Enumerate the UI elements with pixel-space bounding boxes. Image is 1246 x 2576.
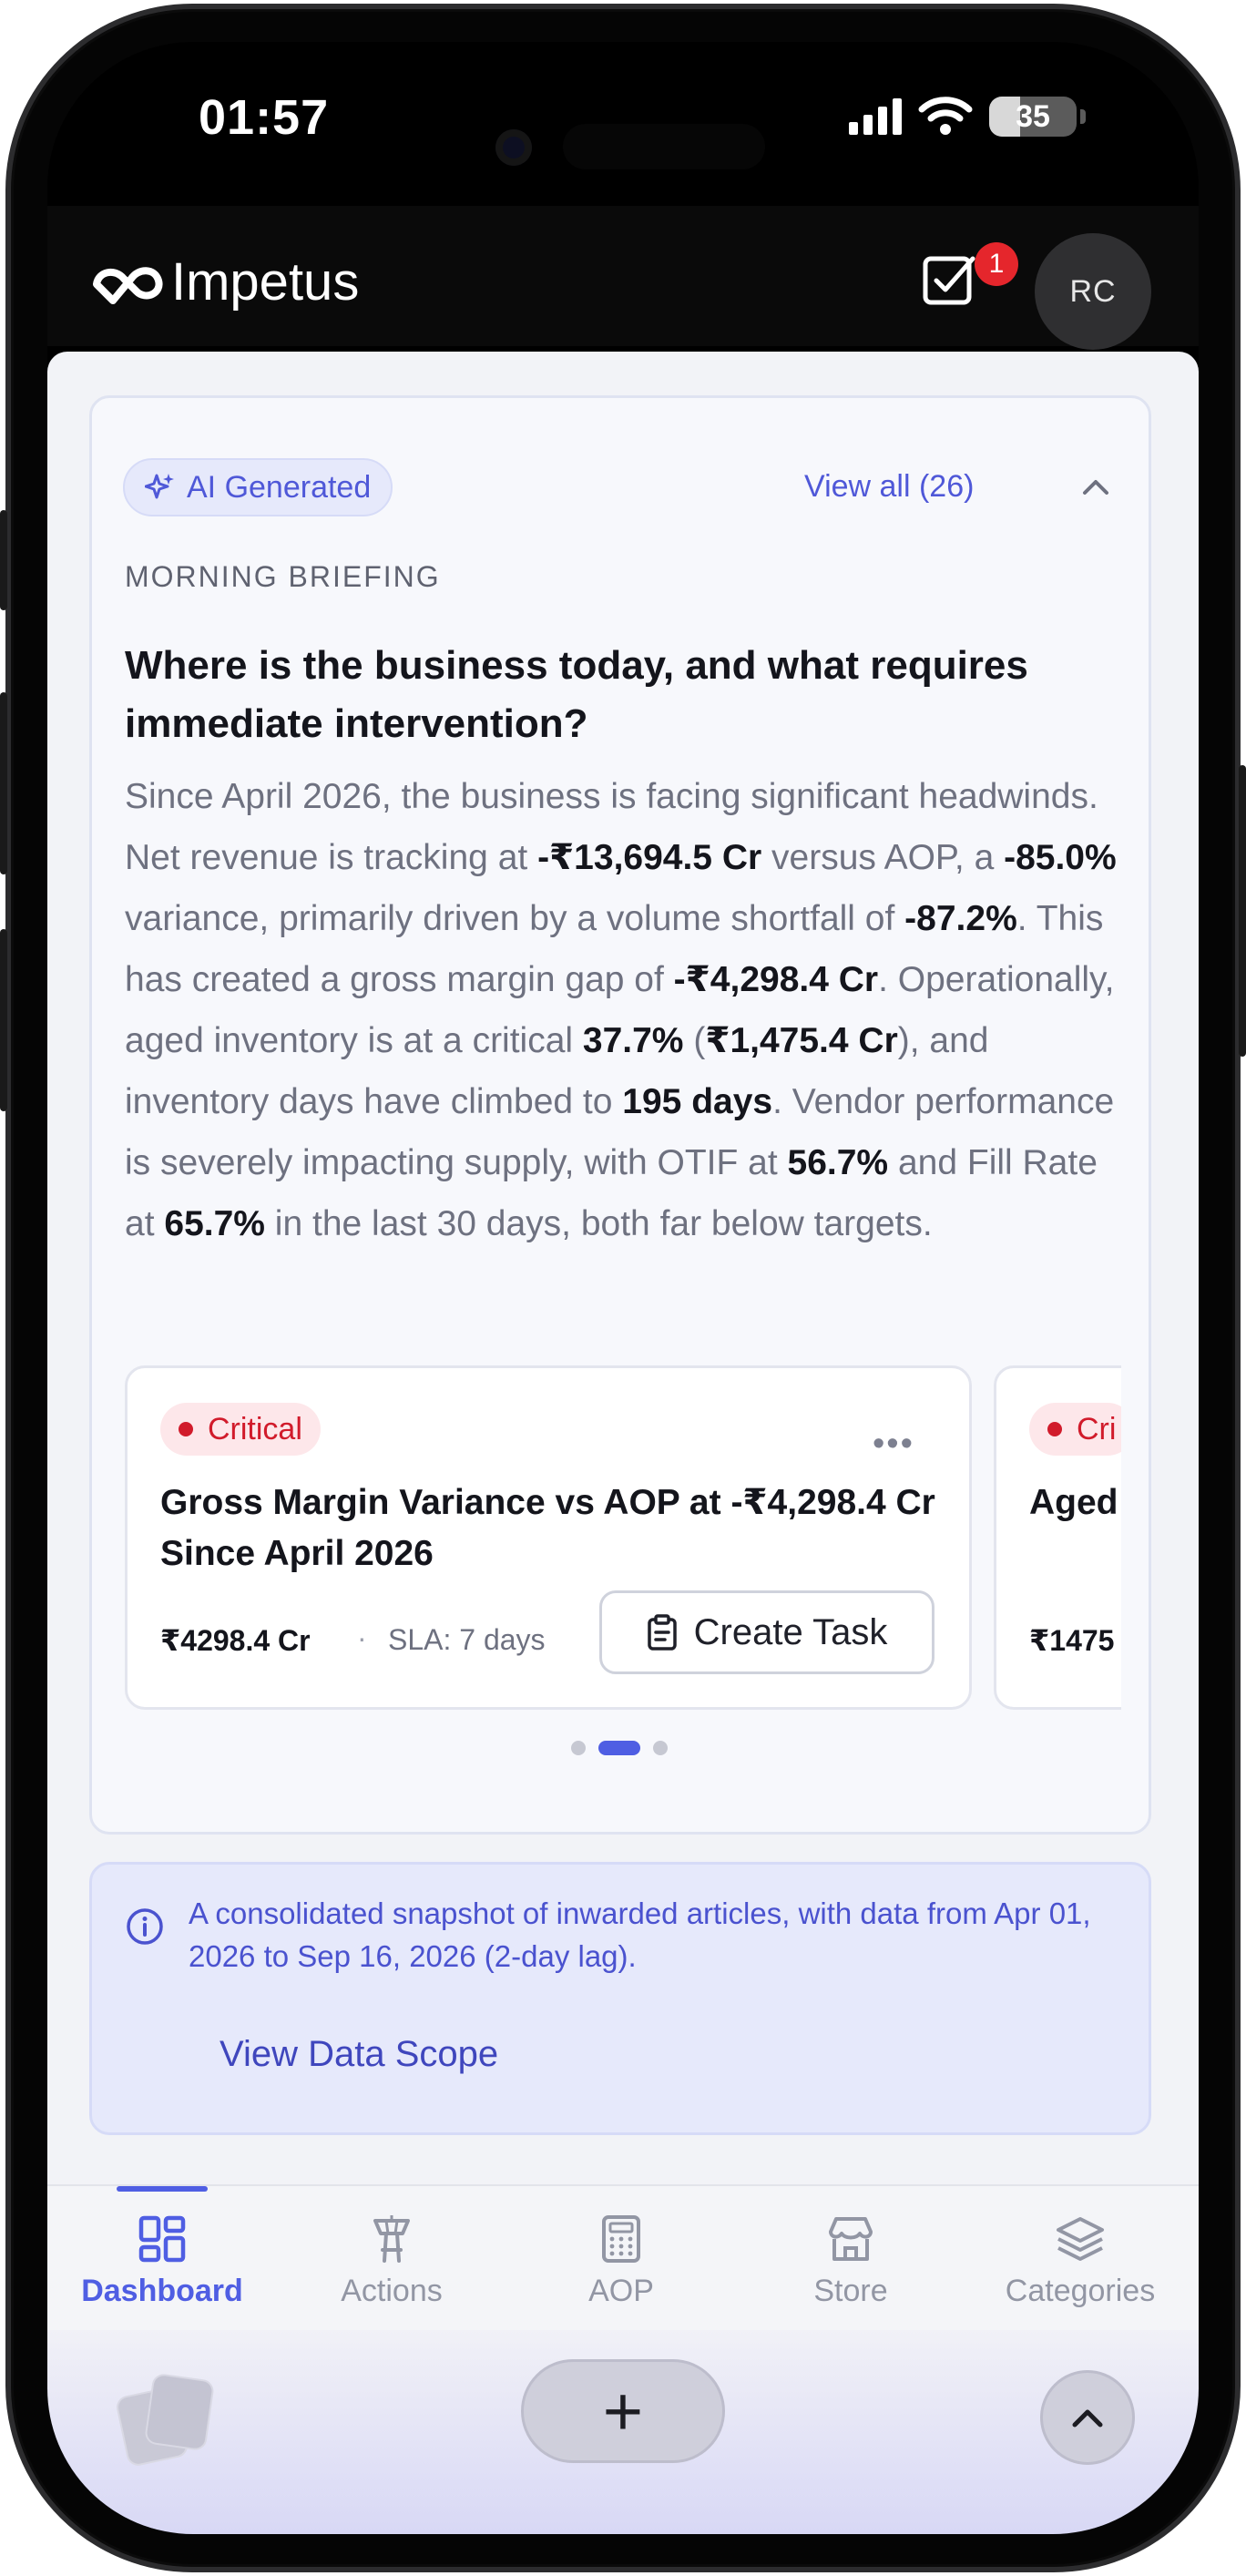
layers-icon (1057, 2217, 1104, 2261)
battery-level: 35 (1016, 98, 1050, 134)
control-tower-icon (373, 2215, 410, 2263)
phone-screen: 01:57 35 Impetus 1 RC AI Generated View … (47, 42, 1199, 2534)
app-name: Impetus (171, 252, 360, 312)
tab-aop[interactable]: AOP (506, 2186, 736, 2332)
insight-title: Gross Margin Variance vs AOP at -₹4,298.… (160, 1483, 935, 1573)
tab-store[interactable]: Store (736, 2186, 965, 2332)
dashboard-grid-icon (138, 2215, 186, 2263)
insight-carousel[interactable]: Critical ••• Gross Margin Variance vs AO… (125, 1365, 1121, 1712)
status-icons: 35 (849, 97, 1086, 137)
more-options-icon[interactable]: ••• (873, 1425, 914, 1464)
browser-toolbar: + (47, 2330, 1199, 2534)
view-all-link[interactable]: View all (26) (804, 469, 974, 505)
briefing-headline: Where is the business today, and what re… (125, 643, 1028, 746)
battery-tip (1080, 109, 1086, 124)
main-content: AI Generated View all (26) MORNING BRIEF… (47, 352, 1199, 2192)
side-button (0, 929, 7, 1111)
ai-generated-chip: AI Generated (123, 458, 393, 516)
sensor-housing (563, 124, 765, 169)
ai-generated-label: AI Generated (187, 469, 372, 505)
severity-badge: Critical (160, 1403, 321, 1456)
view-data-scope-link[interactable]: View Data Scope (220, 2034, 498, 2075)
notification-badge: 1 (975, 242, 1018, 286)
battery-icon: 35 (989, 97, 1077, 137)
status-time: 01:57 (199, 90, 330, 145)
task-checklist-icon[interactable] (920, 250, 980, 310)
app-header: Impetus 1 RC (47, 206, 1199, 350)
tabs-stack-icon[interactable] (113, 2365, 222, 2474)
insight-sla: SLA: 7 days (388, 1623, 546, 1656)
bottom-nav: Dashboard Actions AOP Store Categories (47, 2184, 1199, 2330)
pager-dot[interactable] (653, 1741, 668, 1755)
pager-dot-active[interactable] (598, 1741, 640, 1755)
data-scope-text: A consolidated snapshot of inwarded arti… (189, 1896, 1091, 1973)
briefing-body: Since April 2026, the business is facing… (125, 777, 1117, 1243)
insight-card[interactable]: Critical ••• Gross Margin Variance vs AO… (125, 1365, 972, 1710)
insight-title: Aged Total (1029, 1483, 1121, 1522)
carousel-pager (571, 1741, 668, 1755)
severity-badge: Cri (1029, 1403, 1121, 1456)
tab-label: Actions (341, 2274, 443, 2308)
tab-categories[interactable]: Categories (965, 2186, 1195, 2332)
morning-briefing-card: AI Generated View all (26) MORNING BRIEF… (89, 395, 1151, 1835)
wifi-icon (918, 97, 973, 135)
separator-dot: · (357, 1621, 367, 1654)
tab-label: Categories (1005, 2274, 1156, 2308)
store-icon (829, 2217, 873, 2261)
side-button (1239, 765, 1246, 1057)
insight-card[interactable]: Cri Aged Total ₹1475 (994, 1365, 1121, 1710)
pager-dot[interactable] (571, 1741, 586, 1755)
tab-label: Dashboard (81, 2274, 243, 2308)
tab-actions[interactable]: Actions (277, 2186, 506, 2332)
chevron-up-icon[interactable] (1040, 2370, 1135, 2465)
app-logo[interactable]: Impetus (87, 251, 359, 312)
side-button (0, 510, 7, 610)
data-scope-notice: A consolidated snapshot of inwarded arti… (89, 1862, 1151, 2135)
sparkle-icon (145, 474, 174, 499)
infinity-logo-icon (93, 266, 163, 304)
clipboard-icon (647, 1614, 677, 1651)
camera-icon (495, 129, 532, 166)
create-task-label: Create Task (693, 1611, 888, 1652)
cellular-signal-icon (849, 98, 902, 135)
tab-label: AOP (588, 2274, 654, 2308)
tab-label: Store (813, 2274, 888, 2308)
calculator-icon (602, 2215, 640, 2263)
chevron-up-icon[interactable] (1077, 469, 1114, 506)
insight-amount: ₹1475 (1029, 1624, 1115, 1657)
insight-amount: ₹4298.4 Cr (160, 1624, 311, 1657)
create-task-button[interactable]: Create Task (599, 1590, 934, 1674)
side-button (0, 692, 7, 874)
info-icon (127, 1908, 163, 1945)
new-tab-plus-icon[interactable]: + (521, 2359, 725, 2463)
avatar[interactable]: RC (1035, 233, 1151, 350)
dynamic-island (452, 97, 791, 197)
briefing-eyebrow: MORNING BRIEFING (125, 560, 441, 593)
tab-dashboard[interactable]: Dashboard (47, 2186, 277, 2332)
